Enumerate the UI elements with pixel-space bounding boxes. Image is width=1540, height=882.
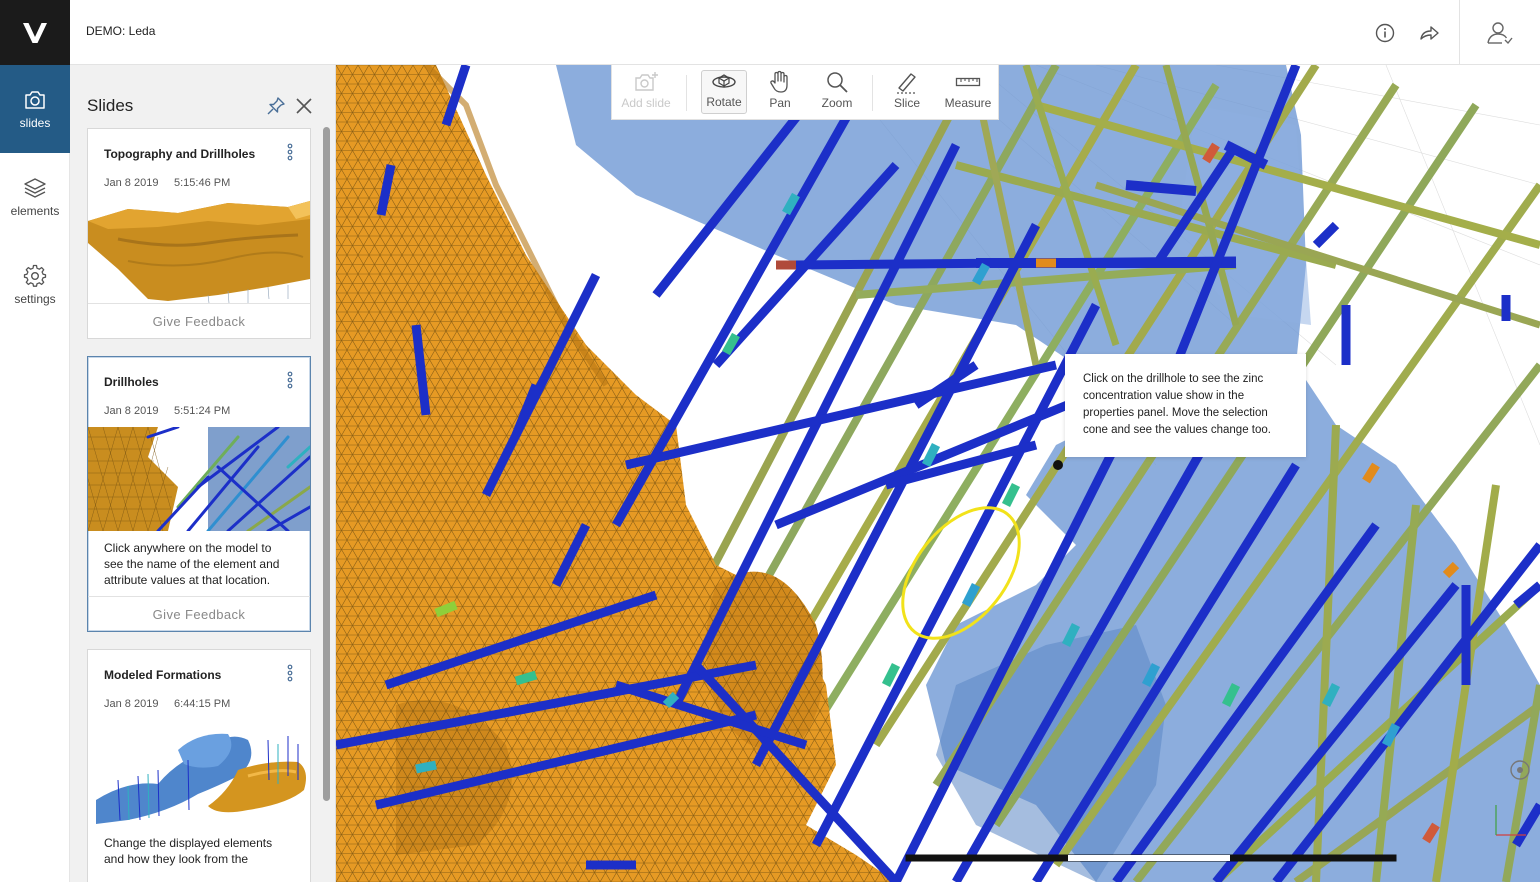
slides-scrollbar[interactable] — [323, 127, 330, 867]
slide-title: Modeled Formations — [104, 668, 222, 682]
slide-title: Drillholes — [104, 375, 159, 389]
slide-card[interactable]: Modeled Formations Jan 8 2019 6:44:15 PM… — [87, 649, 311, 882]
add-slide-icon — [634, 70, 658, 94]
gear-icon — [23, 264, 47, 288]
panel-title: Slides — [87, 96, 134, 115]
camera-icon — [23, 88, 47, 112]
slide-card[interactable]: Drillholes Jan 8 2019 5:51:24 PM Click a… — [87, 356, 311, 632]
give-feedback-button[interactable]: Give Feedback — [88, 303, 310, 339]
tool-label: Rotate — [706, 95, 742, 109]
kebab-menu-icon[interactable] — [284, 142, 296, 162]
toolbar-divider — [872, 75, 873, 111]
give-feedback-button[interactable]: Give Feedback — [88, 596, 310, 632]
rotate-button[interactable]: Rotate — [701, 70, 747, 114]
slide-thumbnail[interactable] — [88, 720, 310, 824]
add-slide-button[interactable]: Add slide — [616, 70, 676, 114]
nav-item-slides[interactable]: slides — [0, 65, 70, 153]
3d-viewport[interactable]: Add slide Rotate Pan Zoom Slice Measure … — [336, 65, 1540, 882]
slide-description: Click anywhere on the model to see the n… — [104, 541, 280, 587]
slide-date: Jan 8 2019 — [104, 177, 159, 189]
help-tooltip: Click on the drillhole to see the zinc c… — [1065, 354, 1306, 457]
app-logo[interactable] — [0, 0, 70, 65]
kebab-menu-icon[interactable] — [284, 663, 296, 683]
tool-label: Slice — [893, 96, 920, 110]
tool-label: Pan — [769, 96, 791, 110]
nav-label: settings — [14, 292, 56, 306]
left-nav: slides elements settings — [0, 65, 70, 882]
model-scene[interactable] — [336, 65, 1540, 882]
nav-item-elements[interactable]: elements — [0, 153, 70, 241]
user-menu[interactable] — [1459, 0, 1540, 65]
rotate-icon — [711, 71, 737, 93]
share-icon[interactable] — [1416, 20, 1442, 46]
slide-title: Topography and Drillholes — [104, 147, 256, 161]
slice-icon — [895, 70, 919, 94]
slide-date: Jan 8 2019 — [104, 698, 159, 710]
logo-icon — [23, 22, 47, 43]
slide-time: 5:51:24 PM — [174, 405, 231, 417]
slides-panel: Slides Topography and Drillholes Jan 8 2… — [70, 65, 336, 882]
app-root: DEMO: Leda slides elements settings Slid… — [0, 0, 1540, 882]
tool-label: Zoom — [821, 96, 853, 110]
tool-label: Measure — [944, 96, 992, 110]
slide-thumbnail[interactable] — [88, 427, 310, 531]
slide-card[interactable]: Topography and Drillholes Jan 8 2019 5:1… — [87, 128, 311, 339]
nav-label: elements — [10, 204, 60, 218]
info-icon[interactable] — [1372, 20, 1398, 46]
slide-time: 6:44:15 PM — [174, 698, 231, 710]
user-icon — [1487, 21, 1513, 44]
toolbar-divider — [686, 75, 687, 111]
viewer-toolbar: Add slide Rotate Pan Zoom Slice Measure — [611, 65, 999, 120]
hand-icon — [769, 70, 791, 94]
project-title: DEMO: Leda — [86, 24, 156, 38]
scale-bar — [905, 854, 1397, 862]
measure-button[interactable]: Measure — [938, 70, 998, 114]
slide-thumbnail[interactable] — [88, 199, 310, 303]
close-icon[interactable] — [294, 96, 316, 118]
slide-description: Change the displayed elements and how th… — [104, 836, 273, 866]
top-bar: DEMO: Leda — [0, 0, 1540, 65]
slide-time: 5:15:46 PM — [174, 177, 231, 189]
nav-item-settings[interactable]: settings — [0, 241, 70, 329]
ruler-icon — [955, 70, 981, 94]
nav-label: slides — [19, 116, 51, 130]
slide-date: Jan 8 2019 — [104, 405, 159, 417]
magnifier-icon — [825, 70, 849, 94]
tool-label: Add slide — [621, 96, 671, 110]
pan-button[interactable]: Pan — [760, 70, 800, 114]
slice-button[interactable]: Slice — [886, 70, 928, 114]
scrollbar-thumb[interactable] — [323, 127, 330, 801]
pin-icon[interactable] — [266, 96, 288, 118]
layers-icon — [23, 176, 47, 200]
zoom-button[interactable]: Zoom — [814, 70, 860, 114]
kebab-menu-icon[interactable] — [284, 370, 296, 390]
